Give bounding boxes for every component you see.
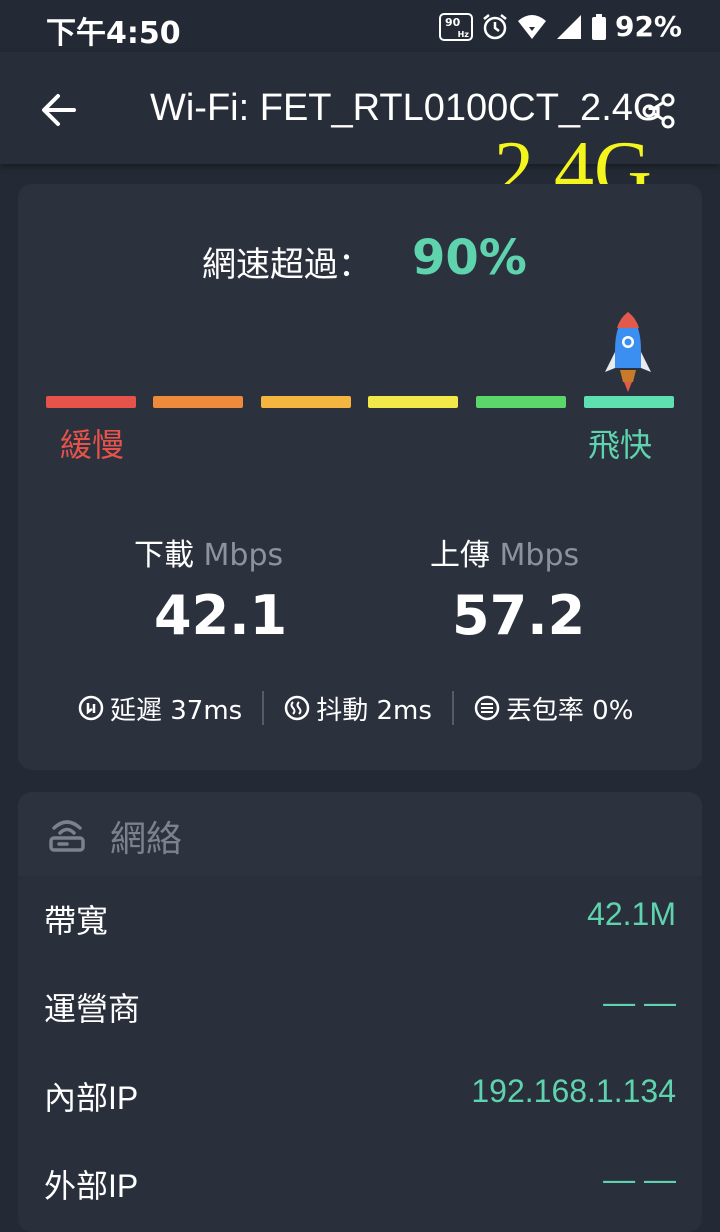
level-segment [368, 396, 458, 408]
upload-label-text: 上傳 [430, 538, 490, 573]
battery-percent: 92% [614, 10, 682, 43]
jitter-text: 抖動 2ms [316, 695, 432, 726]
latency-icon [78, 695, 104, 721]
quality-stats: 延遲 37ms 抖動 2ms 丟包率 0% [78, 688, 633, 728]
level-segment [261, 396, 351, 408]
alarm-icon [483, 13, 507, 39]
info-row-bandwidth: 帶寬 42.1M [18, 890, 702, 950]
status-time: 下午4:50 [46, 16, 181, 51]
loss-stat: 丟包率 0% [474, 690, 634, 727]
status-icons: 90 Hz 92% [438, 10, 682, 43]
stats-divider [262, 691, 265, 725]
back-arrow-icon[interactable] [36, 86, 84, 134]
level-segment [153, 396, 243, 408]
network-card-header: 網絡 [18, 792, 702, 876]
router-icon [49, 820, 85, 852]
network-info-card: 網絡 帶寬 42.1M 運營商 — — 內部IP 192.168.1.134 外… [18, 792, 702, 1232]
cellular-signal-icon [556, 14, 581, 39]
stats-divider [451, 691, 454, 725]
wifi-icon [517, 14, 546, 39]
upload-value: 57.2 [452, 584, 586, 647]
refresh-rate-unit: Hz [457, 29, 469, 39]
info-row-carrier: 運營商 — — [18, 978, 702, 1038]
row-value: 192.168.1.134 [471, 1073, 676, 1109]
slow-label: 緩慢 [60, 426, 125, 464]
info-row-external-ip: 外部IP — — [18, 1155, 702, 1215]
download-unit: Mbps [203, 538, 284, 573]
level-segment [584, 396, 674, 408]
row-label: 運營商 [44, 991, 141, 1027]
network-card-title: 網絡 [110, 819, 183, 860]
jitter-stat: 抖動 2ms [284, 690, 432, 727]
jitter-icon [284, 695, 310, 721]
download-label: 下載 Mbps [134, 530, 283, 574]
row-label: 外部IP [44, 1168, 139, 1204]
battery-icon [591, 13, 606, 40]
row-label: 帶寬 [44, 903, 109, 939]
status-bar: 下午4:50 90 Hz 92% [0, 0, 720, 52]
latency-text: 延遲 37ms [110, 695, 243, 726]
share-icon[interactable] [640, 92, 678, 130]
level-segment [476, 396, 566, 408]
row-value: 42.1M [587, 896, 676, 932]
row-label: 內部IP [44, 1080, 139, 1116]
fast-label: 飛快 [588, 426, 653, 464]
loss-text: 丟包率 0% [505, 695, 634, 726]
speed-result-card: 網速超過： 90% 緩慢 飛快 下載 Mbps 42.1 上傳 Mbps 57.… [18, 184, 702, 770]
refresh-rate-icon: 90 Hz [438, 12, 473, 41]
level-segment [46, 396, 136, 408]
row-value: — — [603, 984, 676, 1020]
speed-level-bar [46, 396, 674, 408]
info-row-internal-ip: 內部IP 192.168.1.134 [18, 1067, 702, 1127]
page-title: Wi-Fi: FET_RTL0100CT_2.4G [150, 87, 663, 129]
download-value: 42.1 [154, 584, 288, 647]
speed-percentile-label: 網速超過： [202, 245, 372, 285]
refresh-rate-value: 90 [444, 15, 461, 29]
upload-label: 上傳 Mbps [430, 530, 579, 574]
row-value: — — [603, 1161, 676, 1197]
speed-percentile-value: 90% [412, 230, 527, 286]
upload-unit: Mbps [499, 538, 580, 573]
download-label-text: 下載 [134, 538, 194, 573]
rocket-icon [605, 312, 651, 392]
packet-loss-icon [474, 695, 500, 721]
latency-stat: 延遲 37ms [78, 690, 242, 727]
